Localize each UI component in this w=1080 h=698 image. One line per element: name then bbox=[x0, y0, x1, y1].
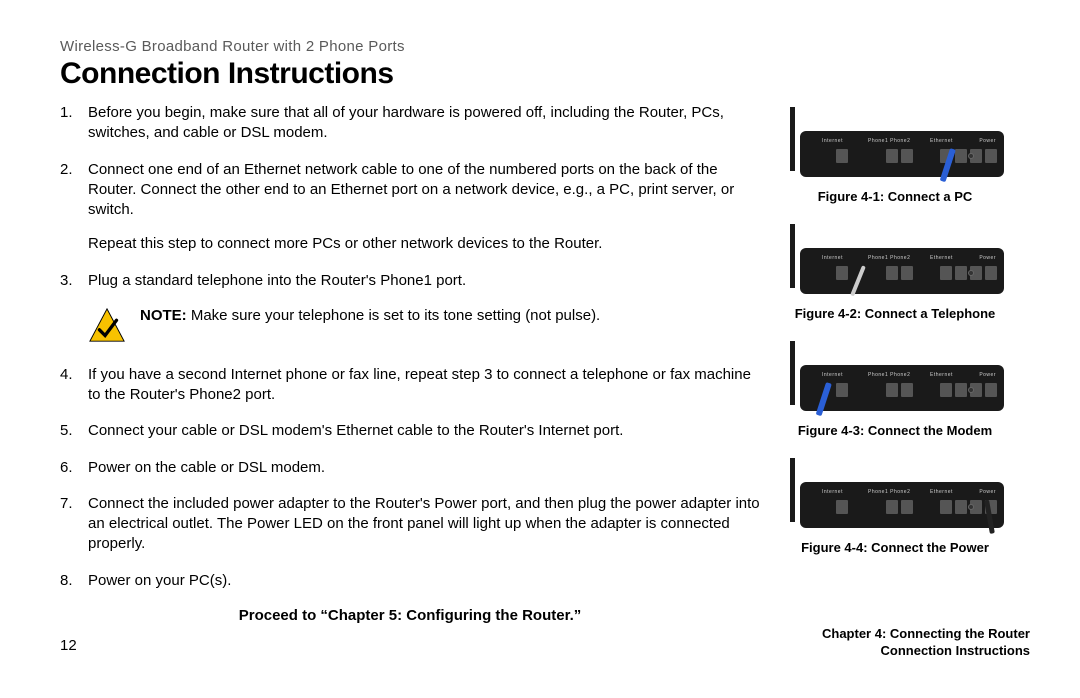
figure-4-2: Internet Phone1 Phone2 Ethernet Power Fi… bbox=[780, 220, 1010, 331]
step-1-text: Before you begin, make sure that all of … bbox=[88, 104, 724, 141]
figures-column: Internet Phone1 Phone2 Ethernet Power Fi… bbox=[780, 103, 1010, 624]
router-illustration: Internet Phone1 Phone2 Ethernet Power bbox=[786, 103, 1004, 181]
note-callout: NOTE: Make sure your telephone is set to… bbox=[88, 307, 760, 345]
port-label-internet: Internet bbox=[822, 138, 843, 144]
step-7: Connect the included power adapter to th… bbox=[60, 494, 760, 555]
product-line: Wireless-G Broadband Router with 2 Phone… bbox=[60, 38, 1030, 55]
figure-4-3-caption: Figure 4-3: Connect the Modem bbox=[780, 423, 1010, 438]
note-label: NOTE: bbox=[140, 307, 187, 324]
footer-section: Connection Instructions bbox=[822, 643, 1030, 660]
router-illustration: Internet Phone1 Phone2 Ethernet Power bbox=[786, 454, 1004, 532]
figure-4-4: Internet Phone1 Phone2 Ethernet Power Fi… bbox=[780, 454, 1010, 565]
steps-list-cont: If you have a second Internet phone or f… bbox=[60, 365, 760, 591]
port-label-phone: Phone1 Phone2 bbox=[868, 138, 910, 144]
page-number: 12 bbox=[60, 637, 77, 654]
figure-4-1-caption: Figure 4-1: Connect a PC bbox=[780, 189, 1010, 204]
proceed-line: Proceed to “Chapter 5: Configuring the R… bbox=[60, 607, 760, 624]
page-title: Connection Instructions bbox=[60, 57, 1030, 91]
figure-4-2-caption: Figure 4-2: Connect a Telephone bbox=[780, 306, 1010, 321]
step-2: Connect one end of an Ethernet network c… bbox=[60, 160, 760, 255]
note-body: Make sure your telephone is set to its t… bbox=[187, 307, 601, 324]
warning-check-icon bbox=[88, 307, 126, 345]
note-text: NOTE: Make sure your telephone is set to… bbox=[140, 307, 600, 324]
figure-4-4-caption: Figure 4-4: Connect the Power bbox=[780, 540, 1010, 555]
port-label-ethernet: Ethernet bbox=[930, 138, 953, 144]
figure-4-3: Internet Phone1 Phone2 Ethernet Power Fi… bbox=[780, 337, 1010, 448]
step-1: Before you begin, make sure that all of … bbox=[60, 103, 760, 144]
figure-4-1: Internet Phone1 Phone2 Ethernet Power Fi… bbox=[780, 103, 1010, 214]
port-label-power: Power bbox=[979, 138, 996, 144]
step-3-text: Plug a standard telephone into the Route… bbox=[88, 272, 466, 289]
step-3: Plug a standard telephone into the Route… bbox=[60, 271, 760, 291]
step-2-extra: Repeat this step to connect more PCs or … bbox=[88, 234, 760, 254]
step-2-text: Connect one end of an Ethernet network c… bbox=[88, 161, 734, 219]
instructions-column: Before you begin, make sure that all of … bbox=[60, 103, 760, 624]
step-7-text: Connect the included power adapter to th… bbox=[88, 495, 760, 553]
step-4: If you have a second Internet phone or f… bbox=[60, 365, 760, 406]
step-5: Connect your cable or DSL modem's Ethern… bbox=[60, 421, 760, 441]
step-8-text: Power on your PC(s). bbox=[88, 572, 231, 589]
step-6: Power on the cable or DSL modem. bbox=[60, 458, 760, 478]
step-8: Power on your PC(s). bbox=[60, 571, 760, 591]
router-illustration: Internet Phone1 Phone2 Ethernet Power bbox=[786, 337, 1004, 415]
step-5-text: Connect your cable or DSL modem's Ethern… bbox=[88, 422, 623, 439]
step-6-text: Power on the cable or DSL modem. bbox=[88, 459, 325, 476]
footer-right: Chapter 4: Connecting the Router Connect… bbox=[822, 626, 1030, 660]
router-illustration: Internet Phone1 Phone2 Ethernet Power bbox=[786, 220, 1004, 298]
footer-chapter: Chapter 4: Connecting the Router bbox=[822, 626, 1030, 643]
steps-list: Before you begin, make sure that all of … bbox=[60, 103, 760, 291]
step-4-text: If you have a second Internet phone or f… bbox=[88, 366, 751, 403]
